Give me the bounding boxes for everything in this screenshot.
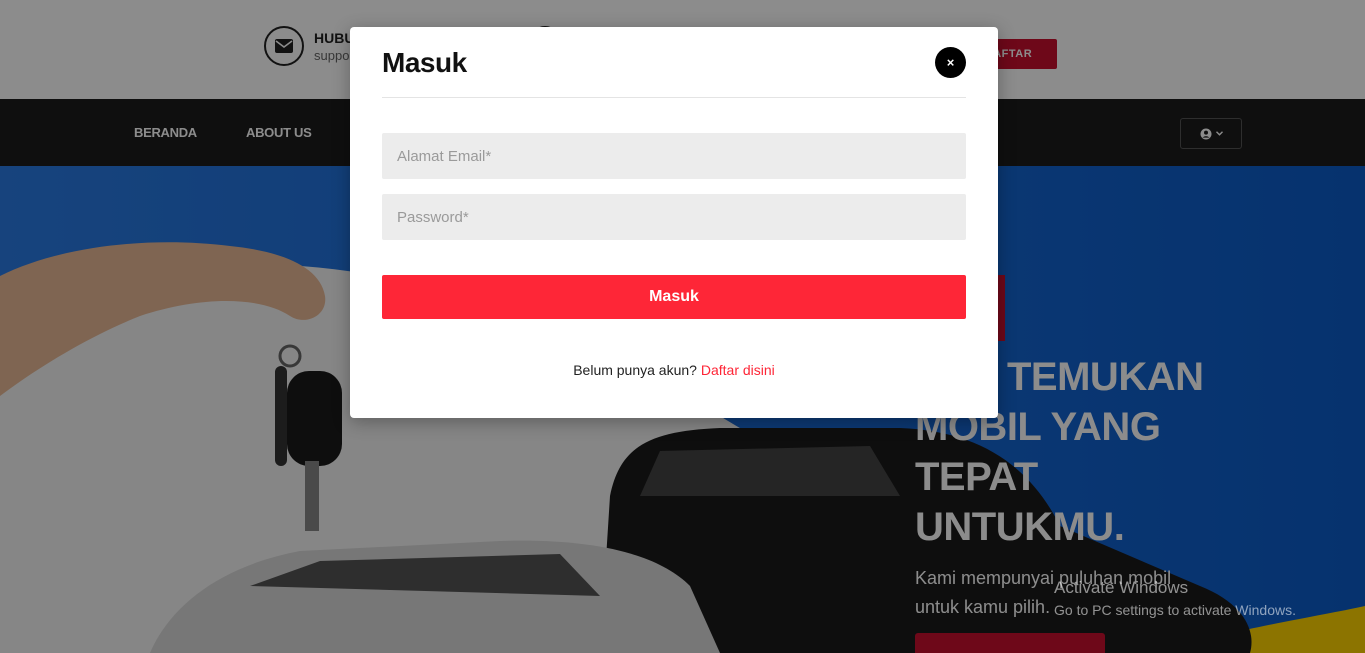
close-icon: × bbox=[946, 55, 955, 70]
watermark-title: Activate Windows bbox=[1054, 578, 1189, 597]
password-input[interactable] bbox=[382, 194, 966, 240]
modal-divider bbox=[382, 97, 966, 98]
modal-title: Masuk bbox=[382, 47, 467, 78]
email-input[interactable] bbox=[382, 133, 966, 179]
windows-activation-watermark: Activate Windows Go to PC settings to ac… bbox=[1054, 578, 1296, 618]
watermark-subtitle: Go to PC settings to activate Windows. bbox=[1054, 602, 1296, 618]
login-submit-button[interactable]: Masuk bbox=[382, 275, 966, 319]
login-modal: Masuk × Masuk Belum punya akun? Daftar d… bbox=[350, 27, 998, 418]
register-prompt: Belum punya akun? Daftar disini bbox=[350, 362, 998, 378]
register-prompt-text: Belum punya akun? bbox=[573, 362, 697, 378]
close-button[interactable]: × bbox=[935, 47, 966, 78]
register-link[interactable]: Daftar disini bbox=[701, 362, 775, 378]
